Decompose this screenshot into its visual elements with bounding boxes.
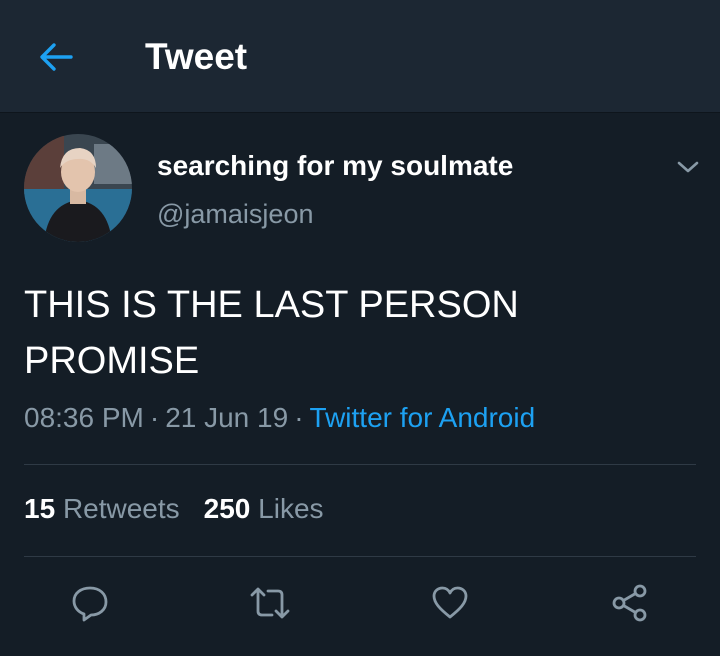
avatar[interactable] <box>24 134 132 242</box>
arrow-left-icon <box>40 43 73 71</box>
retweet-icon <box>250 587 290 619</box>
tweet-meta: 08:36 PM · 21 Jun 19 · Twitter for Android <box>24 402 535 434</box>
divider <box>24 464 696 465</box>
tweet-text: THIS IS THE LAST PERSON PROMISE <box>24 277 684 389</box>
heart-icon <box>432 586 468 619</box>
chevron-down-icon <box>677 161 699 173</box>
tweet-time: 08:36 PM <box>24 402 144 433</box>
share-icon <box>612 584 647 622</box>
back-button[interactable] <box>34 37 78 77</box>
meta-separator: · <box>149 402 160 433</box>
tweet-text-line: PROMISE <box>24 340 200 382</box>
page-title: Tweet <box>145 36 248 77</box>
tweet-menu-button[interactable] <box>672 151 704 183</box>
tweet-source-link[interactable]: Twitter for Android <box>310 402 536 433</box>
author-name[interactable]: searching for my soulmate <box>157 150 513 182</box>
author-handle[interactable]: @jamaisjeon <box>157 199 313 230</box>
top-bar: Tweet <box>0 0 720 113</box>
tweet-actions <box>0 583 720 623</box>
retweets-stat[interactable]: 15 Retweets <box>24 493 180 525</box>
like-button[interactable] <box>428 583 472 623</box>
likes-stat[interactable]: 250 Likes <box>204 493 324 525</box>
retweet-button[interactable] <box>248 583 292 623</box>
likes-label: Likes <box>258 493 324 524</box>
divider <box>24 556 696 557</box>
tweet-stats: 15 Retweets 250 Likes <box>24 493 324 525</box>
reply-icon <box>72 586 108 622</box>
tweet-screen: Tweet searching for my soulmate @jamaisj… <box>0 0 720 656</box>
share-button[interactable] <box>608 583 652 623</box>
likes-count: 250 <box>203 493 251 524</box>
meta-separator: · <box>294 402 304 433</box>
reply-button[interactable] <box>68 583 112 623</box>
tweet-detail: searching for my soulmate @jamaisjeon TH… <box>0 113 720 656</box>
avatar-photo <box>24 134 132 242</box>
tweet-text-line: THIS IS THE LAST PERSON <box>24 284 519 326</box>
retweets-label: Retweets <box>62 493 180 524</box>
retweets-count: 15 <box>24 493 56 524</box>
tweet-date: 21 Jun 19 <box>165 402 289 433</box>
